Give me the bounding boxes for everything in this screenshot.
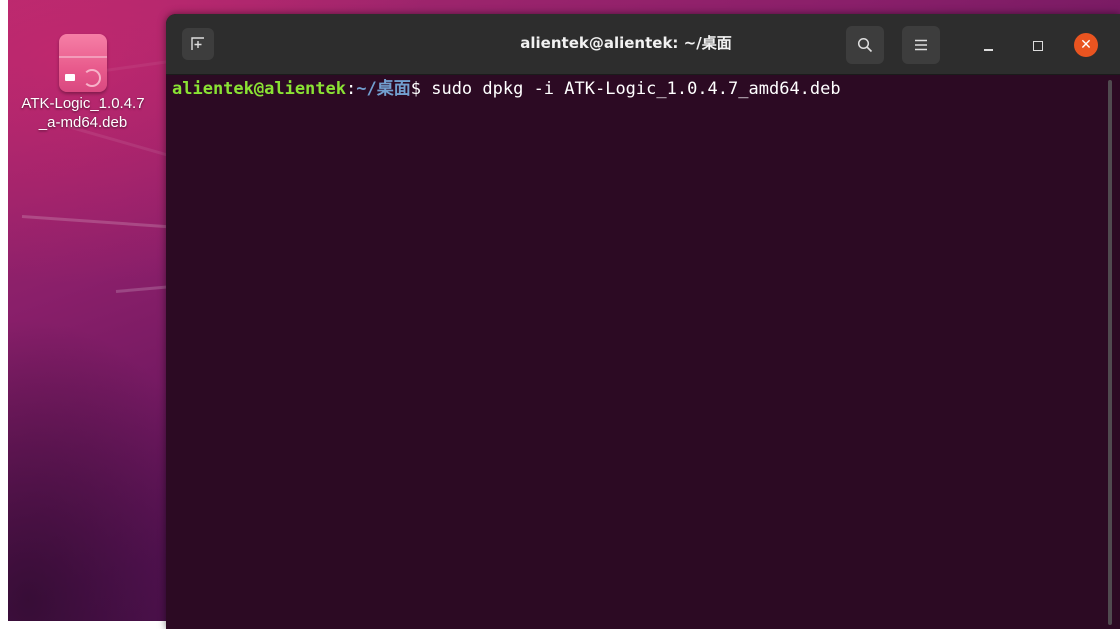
minimize-button[interactable] (978, 36, 998, 56)
package-label (65, 74, 75, 81)
terminal-scrollbar[interactable] (1108, 80, 1112, 625)
menu-button[interactable] (902, 26, 940, 64)
terminal-output[interactable]: alientek@alientek:~/桌面$ sudo dpkg -i ATK… (172, 78, 1120, 629)
search-icon (857, 37, 873, 53)
terminal-window[interactable]: alientek@alientek: ~/桌面 ✕ alientek@alien… (166, 14, 1120, 629)
minimize-icon (983, 49, 993, 51)
desktop-file-name[interactable]: ATK-Logic_1.0.4.7_a-md64.deb (18, 94, 148, 132)
search-button[interactable] (846, 26, 884, 64)
prompt-separator: : (346, 79, 357, 99)
hamburger-menu-icon (915, 39, 927, 51)
maximize-button[interactable] (1028, 36, 1048, 56)
close-button[interactable]: ✕ (1074, 33, 1098, 57)
prompt-user-host: alientek@alientek (172, 79, 346, 99)
new-tab-button[interactable] (182, 28, 214, 60)
debian-swirl-icon (83, 69, 101, 87)
command-text: sudo dpkg -i ATK-Logic_1.0.4.7_amd64.deb (420, 79, 841, 99)
debian-package-icon[interactable] (59, 34, 107, 92)
maximize-icon (1033, 41, 1043, 51)
new-tab-icon (191, 37, 204, 50)
close-icon: ✕ (1080, 37, 1092, 53)
prompt-symbol: $ (410, 79, 421, 99)
window-title: alientek@alientek: ~/桌面 (520, 34, 732, 52)
desktop-file-deb[interactable]: ATK-Logic_1.0.4.7_a-md64.deb (8, 34, 158, 132)
prompt-path: ~/桌面 (356, 79, 411, 99)
package-stripe (59, 56, 107, 58)
terminal-titlebar[interactable]: alientek@alientek: ~/桌面 ✕ (166, 14, 1120, 75)
terminal-line: alientek@alientek:~/桌面$ sudo dpkg -i ATK… (172, 78, 1120, 100)
